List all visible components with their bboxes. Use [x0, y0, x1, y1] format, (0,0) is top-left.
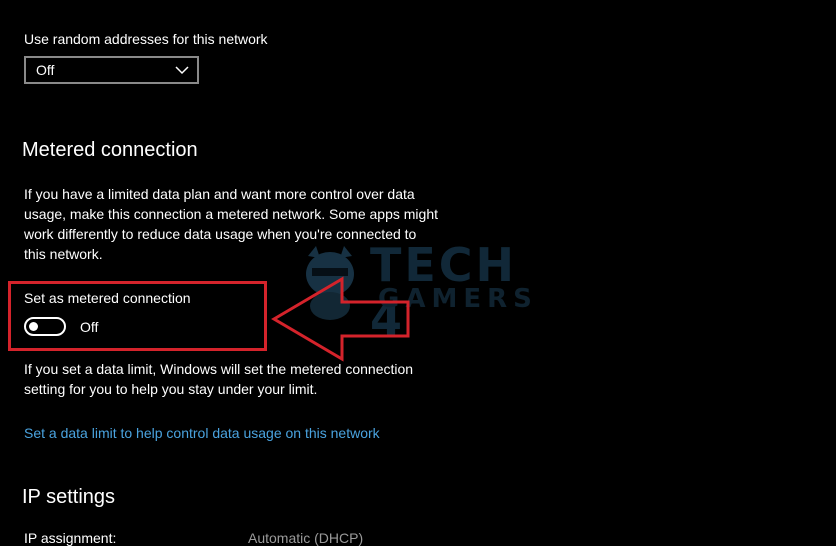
chevron-down-icon [175, 65, 189, 75]
ip-assignment-value: Automatic (DHCP) [248, 530, 364, 546]
arrow-left-icon [271, 276, 410, 362]
metered-description-line: If you have a limited data plan and want… [24, 186, 415, 202]
dropdown-value: Off [36, 62, 55, 78]
set-data-limit-link[interactable]: Set a data limit to help control data us… [24, 425, 380, 441]
metered-description-line: usage, make this connection a metered ne… [24, 206, 438, 222]
ip-settings-title: IP settings [22, 486, 116, 508]
metered-connection-title: Metered connection [22, 139, 198, 161]
data-limit-description: If you set a data limit, Windows will se… [24, 359, 494, 399]
ip-assignment-label: IP assignment: [24, 530, 117, 546]
random-addresses-label: Use random addresses for this network [24, 31, 268, 47]
highlight-box [8, 281, 267, 351]
data-limit-line: If you set a data limit, Windows will se… [24, 361, 414, 377]
data-limit-line: setting for you to help you stay under y… [24, 381, 318, 397]
random-addresses-dropdown[interactable]: Off [24, 56, 199, 84]
